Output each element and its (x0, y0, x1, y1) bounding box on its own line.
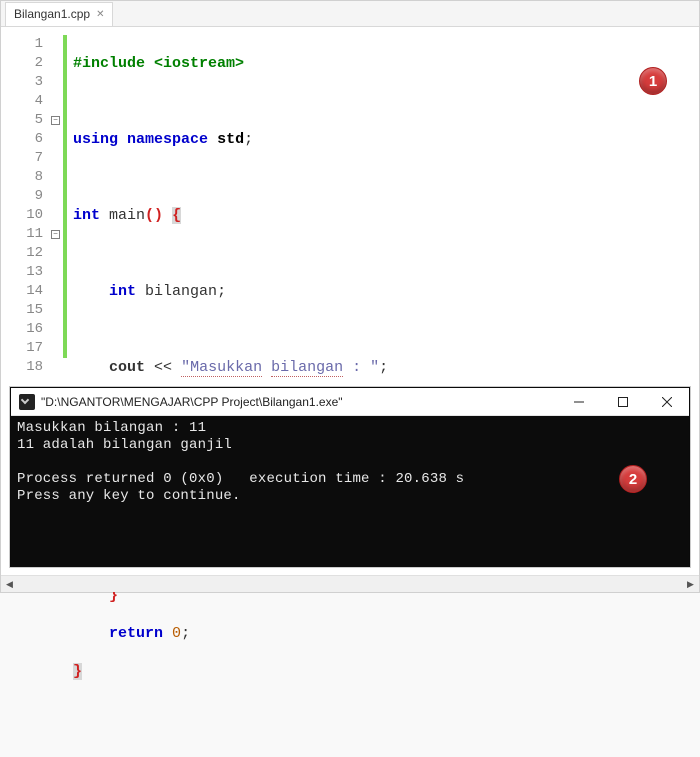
code-editor[interactable]: 1 2 3 4 5 6 7 8 9 10 11 12 13 14 15 16 1… (1, 27, 699, 381)
tab-active[interactable]: Bilangan1.cpp ✕ (5, 2, 113, 26)
line-number: 2 (1, 54, 43, 73)
scroll-right-icon[interactable]: ▶ (682, 576, 699, 593)
console-window: "D:\NGANTOR\MENGAJAR\CPP Project\Bilanga… (10, 387, 690, 567)
console-title: "D:\NGANTOR\MENGAJAR\CPP Project\Bilanga… (41, 395, 557, 409)
line-gutter: 1 2 3 4 5 6 7 8 9 10 11 12 13 14 15 16 1… (1, 27, 49, 381)
line-number: 18 (1, 358, 43, 377)
maximize-button[interactable] (601, 388, 645, 416)
line-number: 4 (1, 92, 43, 111)
line-number: 11 (1, 225, 43, 244)
fold-column: − − (49, 27, 63, 381)
console-app-icon (19, 394, 35, 410)
console-output[interactable]: Masukkan bilangan : 11 11 adalah bilanga… (11, 416, 689, 567)
tab-title: Bilangan1.cpp (14, 7, 90, 21)
line-number: 17 (1, 339, 43, 358)
line-number: 8 (1, 168, 43, 187)
line-number: 10 (1, 206, 43, 225)
scroll-left-icon[interactable]: ◀ (1, 576, 18, 593)
minimize-button[interactable] (557, 388, 601, 416)
annotation-badge-1: 1 (639, 67, 667, 95)
code-content[interactable]: #include <iostream> using namespace std;… (67, 27, 699, 381)
line-number: 15 (1, 301, 43, 320)
line-number: 3 (1, 73, 43, 92)
line-number: 16 (1, 320, 43, 339)
line-number: 14 (1, 282, 43, 301)
line-number: 1 (1, 35, 43, 54)
fold-toggle-icon[interactable]: − (51, 116, 60, 125)
close-button[interactable] (645, 388, 689, 416)
line-number: 12 (1, 244, 43, 263)
line-number: 6 (1, 130, 43, 149)
line-number: 7 (1, 149, 43, 168)
tab-close-icon[interactable]: ✕ (96, 9, 104, 20)
tab-bar: Bilangan1.cpp ✕ (1, 1, 699, 27)
console-titlebar[interactable]: "D:\NGANTOR\MENGAJAR\CPP Project\Bilanga… (11, 388, 689, 416)
line-number: 9 (1, 187, 43, 206)
fold-toggle-icon[interactable]: − (51, 230, 60, 239)
annotation-badge-2: 2 (619, 465, 647, 493)
line-number: 13 (1, 263, 43, 282)
line-number: 5 (1, 111, 43, 130)
horizontal-scrollbar[interactable]: ◀ ▶ (1, 575, 699, 592)
